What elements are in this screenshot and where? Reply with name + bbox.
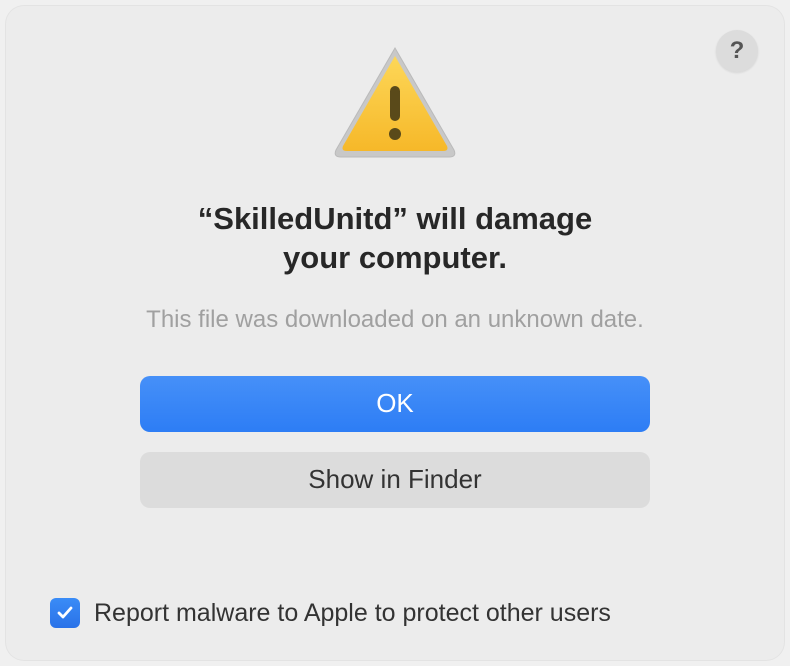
dialog-title: “SkilledUnitd” will damage your computer… [198,200,592,278]
show-in-finder-label: Show in Finder [308,464,481,495]
checkmark-icon [55,603,75,623]
report-checkbox-label: Report malware to Apple to protect other… [94,599,611,628]
warning-icon [330,42,460,162]
title-line-1: “SkilledUnitd” will damage [198,200,592,239]
help-icon: ? [730,37,745,65]
report-checkbox-row: Report malware to Apple to protect other… [50,598,611,628]
ok-button[interactable]: OK [140,376,650,432]
show-in-finder-button[interactable]: Show in Finder [140,452,650,508]
ok-button-label: OK [376,388,414,419]
malware-warning-dialog: ? “SkilledUnitd” will damage your comput… [6,6,784,660]
title-line-2: your computer. [198,239,592,278]
dialog-subtitle: This file was downloaded on an unknown d… [146,306,644,334]
report-checkbox[interactable] [50,598,80,628]
button-group: OK Show in Finder [140,376,650,508]
help-button[interactable]: ? [716,30,758,72]
